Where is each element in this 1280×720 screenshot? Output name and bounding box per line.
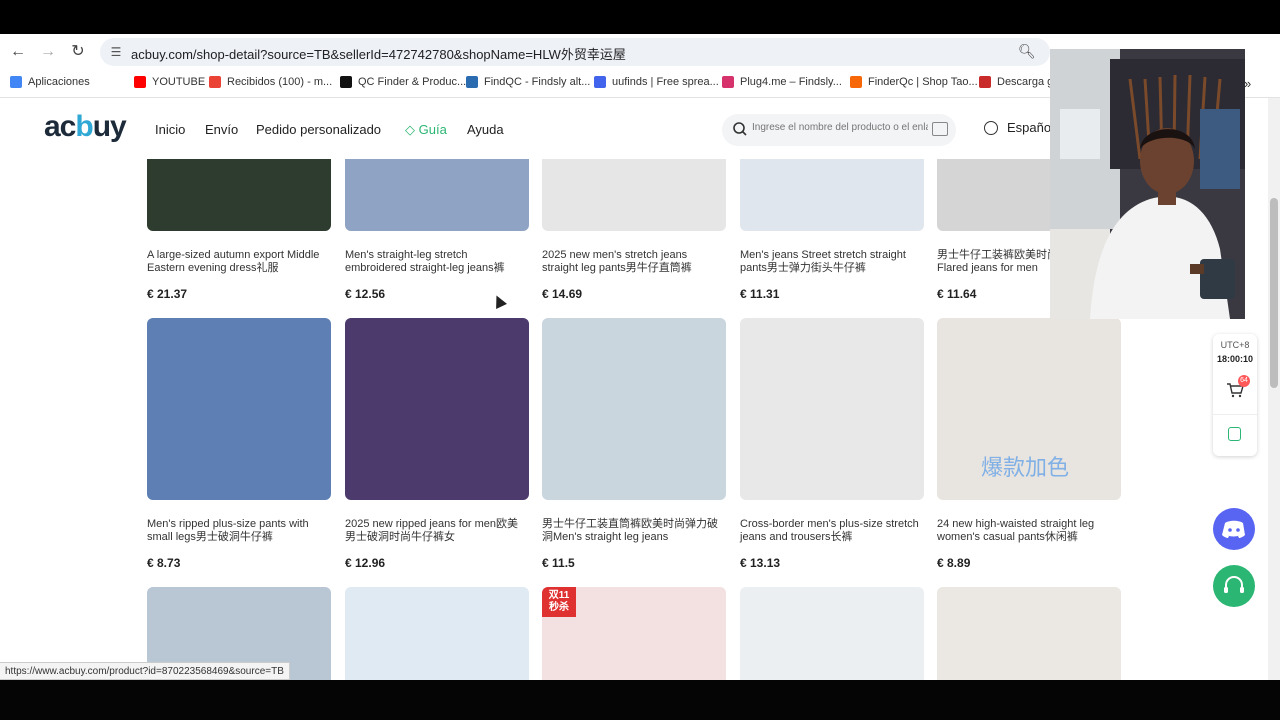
app-download-icon[interactable] xyxy=(1228,427,1241,441)
bookmark-findqc[interactable]: FindQC - Findsly alt... xyxy=(466,76,590,88)
browser-top-bar xyxy=(0,0,1280,34)
bookmark-apps[interactable]: Aplicaciones xyxy=(10,76,90,88)
bookmark-label: Descarga gr xyxy=(997,76,1057,88)
timezone-label: UTC+8 xyxy=(1220,340,1250,350)
gmail-icon xyxy=(209,76,221,88)
uufinds-icon xyxy=(594,76,606,88)
forward-arrow-icon[interactable]: → xyxy=(38,42,58,62)
nav-guia[interactable]: ◇ Guía xyxy=(405,122,447,138)
bookmark-label: QC Finder & Produc... xyxy=(358,76,467,88)
nav-ayuda[interactable]: Ayuda xyxy=(467,122,504,137)
product-card[interactable] xyxy=(345,159,529,680)
site-info-icon[interactable]: ☰ xyxy=(108,44,124,60)
nav-envio[interactable]: Envío xyxy=(205,122,238,137)
headset-icon xyxy=(1224,576,1244,593)
streamer-webcam-overlay xyxy=(1050,49,1245,319)
tiktok-icon xyxy=(340,76,352,88)
product-image[interactable] xyxy=(937,587,1121,680)
product-image[interactable]: 双11 秒杀 xyxy=(542,587,726,680)
screen: ← → ↻ ☰ acbuy.com/shop-detail?source=TB&… xyxy=(0,0,1280,720)
bookmark-finderqc[interactable]: FinderQc | Shop Tao... xyxy=(850,76,978,88)
bookmark-uufinds[interactable]: uufinds | Free sprea... xyxy=(594,76,719,88)
logo-text-mid: b xyxy=(75,110,93,143)
logo-text-right: uy xyxy=(92,110,127,143)
url-text[interactable]: acbuy.com/shop-detail?source=TB&sellerId… xyxy=(131,44,626,63)
findqc-icon xyxy=(466,76,478,88)
apps-icon xyxy=(10,76,22,88)
search-input[interactable] xyxy=(752,122,928,133)
globe-icon xyxy=(984,120,998,135)
product-image[interactable] xyxy=(345,587,529,680)
bookmark-youtube[interactable]: YOUTUBE xyxy=(134,76,205,88)
bookmark-descarga[interactable]: Descarga gr xyxy=(979,76,1057,88)
nav-pedido-personalizado[interactable]: Pedido personalizado xyxy=(256,122,381,137)
finderqc-icon xyxy=(850,76,862,88)
nav-inicio[interactable]: Inicio xyxy=(155,122,185,137)
discord-icon xyxy=(1222,520,1245,538)
bookmark-label: FindQC - Findsly alt... xyxy=(484,76,591,88)
bookmark-label: YOUTUBE xyxy=(152,76,206,88)
language-label: Español xyxy=(1007,120,1054,135)
taskbar xyxy=(0,680,1280,720)
descarga-icon xyxy=(979,76,991,88)
support-button[interactable] xyxy=(1213,565,1255,607)
discord-button[interactable] xyxy=(1213,508,1255,550)
bookmark-label: uufinds | Free sprea... xyxy=(612,76,719,88)
product-card[interactable] xyxy=(740,159,924,680)
scrollbar-thumb[interactable] xyxy=(1270,198,1278,388)
image-search-icon[interactable] xyxy=(932,122,948,136)
language-selector[interactable]: Español xyxy=(984,120,1054,135)
reload-icon[interactable]: ↻ xyxy=(68,42,88,62)
back-arrow-icon[interactable]: ← xyxy=(8,42,28,62)
guide-icon: ◇ xyxy=(405,122,415,137)
logo-text-left: ac xyxy=(44,110,76,143)
more-bookmarks-icon[interactable]: » xyxy=(1244,76,1251,91)
bookmark-plug4me[interactable]: Plug4.me – Findsly... xyxy=(722,76,842,88)
clock-time: 18:00:10 xyxy=(1216,354,1254,364)
url-bar[interactable]: ☰ acbuy.com/shop-detail?source=TB&seller… xyxy=(100,38,1050,66)
product-card[interactable]: 双11 秒杀 xyxy=(542,159,726,680)
bookmark-tiktok[interactable]: QC Finder & Produc... xyxy=(340,76,466,88)
panel-divider xyxy=(1213,414,1257,415)
cart-icon[interactable]: 64 xyxy=(1226,375,1250,398)
bookmark-label: Plug4.me – Findsly... xyxy=(740,76,842,88)
acbuy-logo[interactable]: acbuy xyxy=(44,110,127,144)
youtube-icon xyxy=(134,76,146,88)
page-scrollbar[interactable] xyxy=(1268,98,1280,680)
nav-guia-label: Guía xyxy=(418,122,447,137)
bookmark-gmail[interactable]: Recibidos (100) - m... xyxy=(209,76,332,88)
zoom-icon[interactable]: 🔍︎ xyxy=(1018,43,1036,60)
link-status-bar: https://www.acbuy.com/product?id=8702235… xyxy=(0,662,290,680)
search-icon xyxy=(733,122,747,136)
side-panel: UTC+8 18:00:10 64 xyxy=(1213,334,1257,456)
plug4me-icon xyxy=(722,76,734,88)
cart-count-badge: 64 xyxy=(1238,375,1250,387)
product-image[interactable] xyxy=(740,587,924,680)
product-search[interactable] xyxy=(722,114,956,146)
product-card[interactable] xyxy=(147,159,331,680)
promo-badge: 双11 秒杀 xyxy=(542,587,576,617)
bookmark-label: FinderQc | Shop Tao... xyxy=(868,76,978,88)
bookmark-label: Aplicaciones xyxy=(28,76,90,88)
bookmark-label: Recibidos (100) - m... xyxy=(227,76,333,88)
